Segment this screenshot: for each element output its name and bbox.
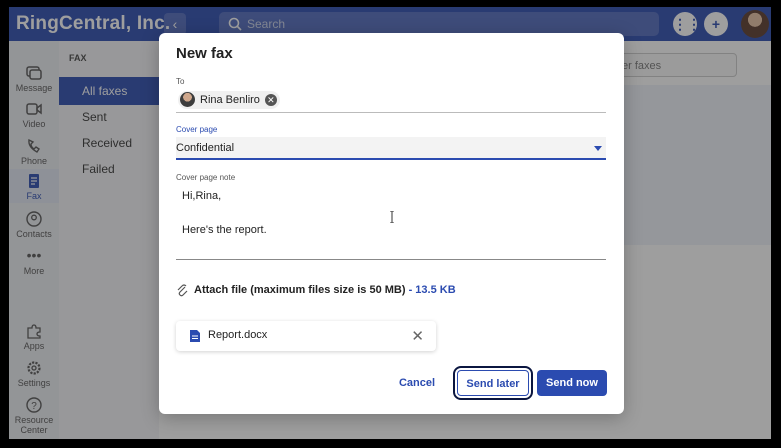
send-now-button[interactable]: Send now (537, 370, 607, 396)
attach-file-link[interactable]: Attach file (maximum files size is 50 MB… (176, 283, 456, 297)
recipient-avatar (180, 92, 195, 107)
recipient-name: Rina Benliro (200, 94, 260, 106)
cover-page-select[interactable]: Confidential (176, 137, 606, 160)
cover-page-label: Cover page (176, 125, 218, 134)
recipient-chip[interactable]: Rina Benliro ✕ (178, 91, 280, 109)
attach-size: 13.5 KB (415, 283, 456, 296)
app-window: RingCentral, Inc. ‹ Search ⋮⋮ + Message … (9, 7, 771, 439)
remove-file-icon[interactable]: ✕ (411, 327, 424, 345)
to-field[interactable]: Rina Benliro ✕ (176, 89, 606, 113)
send-later-button[interactable]: Send later (453, 366, 533, 400)
cover-note-textarea[interactable]: Hi,Rina, Here's the report. (176, 183, 606, 260)
dialog-title: New fax (176, 45, 233, 62)
new-fax-dialog: New fax To Rina Benliro ✕ Cover page Con… (159, 33, 624, 414)
cover-note-label: Cover page note (176, 173, 236, 182)
attach-separator: - (405, 283, 416, 296)
caret-down-icon (594, 146, 602, 151)
note-line: Hi,Rina, (182, 190, 222, 202)
text-cursor-icon (390, 211, 394, 223)
attach-text: Attach file (maximum files size is 50 MB… (194, 283, 406, 296)
to-label: To (176, 77, 185, 86)
cover-page-value: Confidential (176, 142, 235, 154)
note-line: Here's the report. (182, 224, 267, 236)
cancel-button[interactable]: Cancel (389, 370, 445, 396)
remove-recipient-icon[interactable]: ✕ (264, 94, 277, 106)
attached-file: Report.docx ✕ (176, 321, 436, 351)
file-name: Report.docx (208, 329, 268, 341)
paperclip-icon (177, 284, 188, 297)
document-icon (190, 330, 200, 342)
